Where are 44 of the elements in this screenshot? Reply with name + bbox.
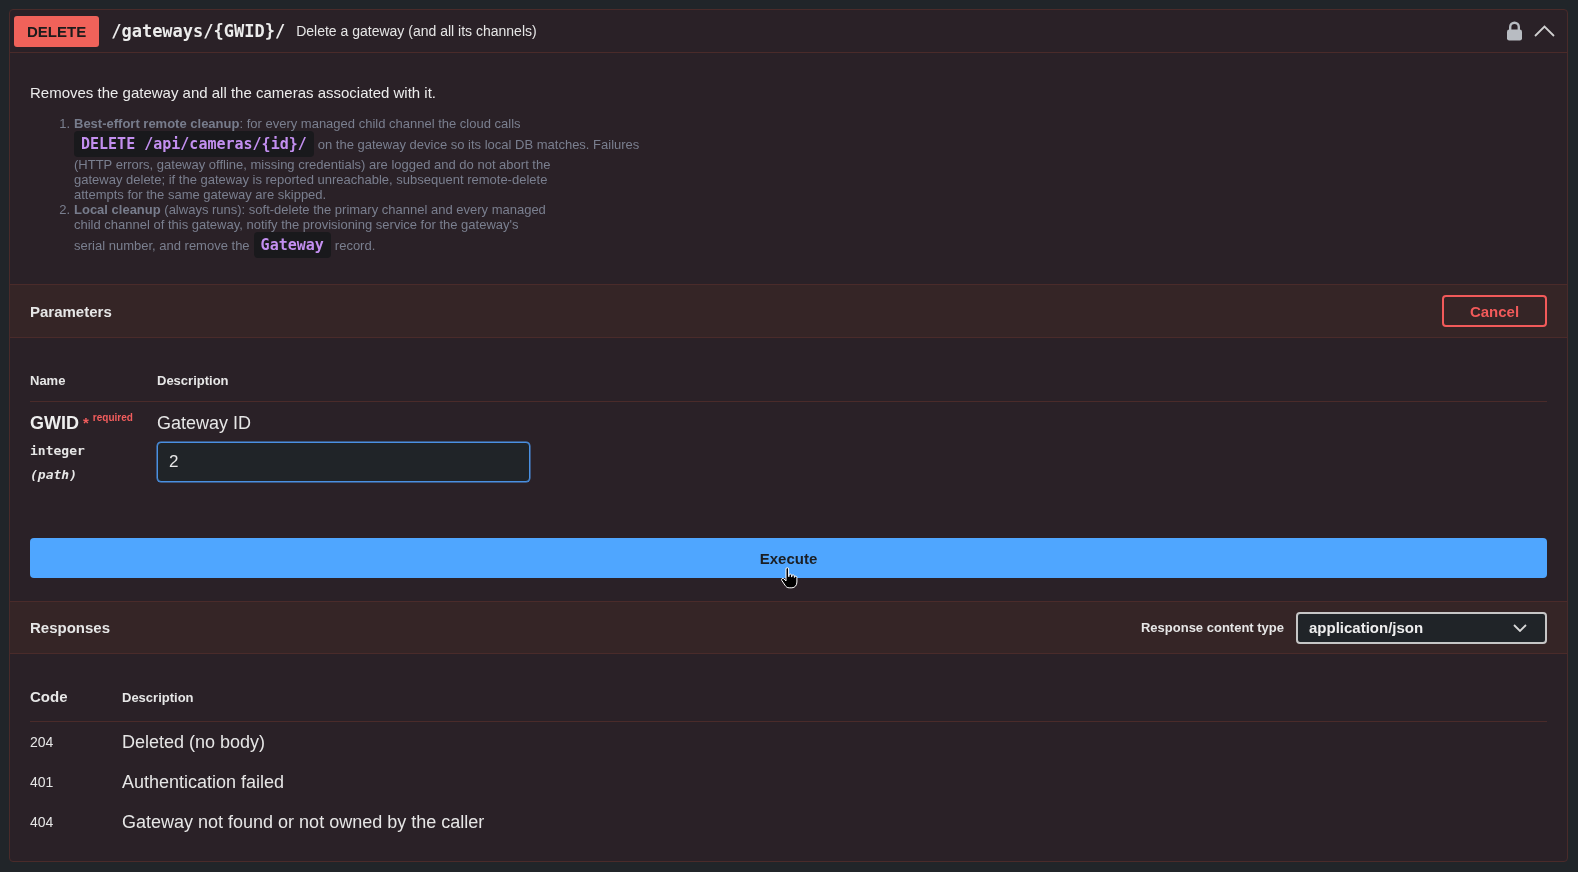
lock-icon[interactable] — [1506, 21, 1523, 41]
execute-button[interactable]: Execute — [30, 538, 1547, 578]
step-text: Best-effort remote cleanup: for every managed child channel the cloud calls — [74, 116, 521, 131]
step-text: record. — [334, 237, 376, 253]
cancel-button[interactable]: Cancel — [1442, 295, 1547, 327]
method-badge: DELETE — [14, 15, 100, 47]
content-type-label: Response content type — [1140, 620, 1284, 635]
chevron-up-icon[interactable] — [1534, 25, 1555, 37]
response-code: 204 — [30, 733, 54, 751]
endpoint-path: /gateways/{GWID}/ — [111, 21, 286, 41]
content-type-select[interactable]: application/json — [1296, 611, 1547, 644]
section-title: Responses — [30, 619, 111, 636]
step-text: gateway delete; if the gateway is reported unreachable, subsequent remote-delete — [74, 172, 548, 187]
list-number: 1. — [58, 116, 71, 131]
column-header: Name — [30, 373, 66, 389]
column-header: Code — [30, 688, 68, 706]
section-title: Parameters — [30, 302, 112, 320]
required-asterisk: * — [83, 414, 89, 432]
param-location: (path) — [30, 466, 77, 484]
column-header: Description — [157, 373, 229, 389]
column-header: Description — [122, 689, 194, 707]
step-text: attempts for the same gateway are skipped. — [74, 187, 327, 202]
step-text: child channel of this gateway, notify the provisioning service for the gateway's — [74, 217, 519, 232]
step-text: Local cleanup (always runs): soft-delete the primary channel and every managed — [74, 202, 546, 217]
response-code: 401 — [30, 773, 54, 791]
parameter-input[interactable]: 2 — [157, 442, 530, 482]
param-description: Gateway ID — [157, 412, 252, 434]
response-description: Deleted (no body) — [122, 731, 266, 753]
param-name: GWID — [30, 412, 79, 434]
response-description: Authentication failed — [122, 771, 285, 793]
chevron-down-icon — [1513, 623, 1527, 632]
endpoint-summary: Delete a gateway (and all its channels) — [296, 23, 537, 39]
description-text: Removes the gateway and all the cameras associated with it. — [30, 83, 437, 103]
param-type: integer — [30, 442, 85, 460]
response-description: Gateway not found or not owned by the caller — [122, 811, 485, 833]
inline-code: Gateway — [253, 232, 331, 258]
response-code: 404 — [30, 813, 54, 831]
hand-cursor-icon — [779, 567, 798, 589]
list-number: 2. — [58, 202, 71, 217]
step-text: on the gateway device so its local DB matches. Failures — [317, 136, 640, 152]
required-label: required — [92, 412, 133, 424]
inline-code: DELETE /api/cameras/{id}/ — [74, 131, 314, 157]
step-text: (HTTP errors, gateway offline, missing credentials) are logged and do not abort the — [74, 157, 551, 172]
step-text: serial number, and remove the — [74, 237, 250, 253]
